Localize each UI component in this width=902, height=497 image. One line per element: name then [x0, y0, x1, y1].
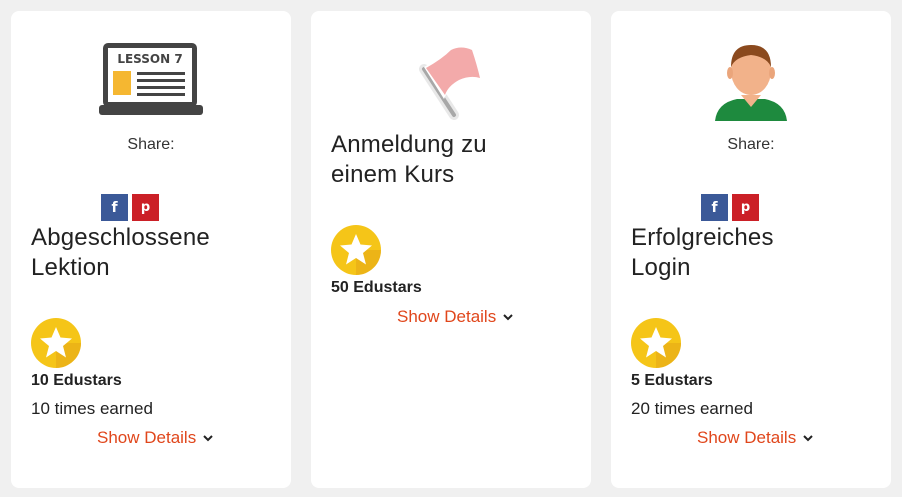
- badge-title: Abgeschlossene Lektion: [31, 223, 271, 283]
- show-details-label: Show Details: [397, 307, 497, 326]
- star-coin-icon: [631, 318, 681, 368]
- share-label: Share:: [727, 136, 775, 153]
- user-avatar-icon: [711, 39, 791, 123]
- chevron-down-icon: [803, 435, 813, 442]
- star-coin-icon: [331, 225, 381, 275]
- badge-card: Anmeldung zu einem Kurs 50 Edustars Show…: [311, 11, 591, 488]
- facebook-share-button[interactable]: f: [701, 194, 728, 221]
- show-details-label: Show Details: [697, 428, 797, 447]
- share-buttons: f p: [701, 194, 759, 221]
- flag-icon: [419, 44, 484, 120]
- pinterest-share-button[interactable]: p: [132, 194, 159, 221]
- badge-card: LESSON 7 Share: f p Abgeschlossene Lekti…: [11, 11, 291, 488]
- points-label: 50 Edustars: [331, 279, 422, 296]
- share-label: Share:: [127, 136, 175, 153]
- badge-title-line: einem Kurs: [331, 161, 455, 188]
- show-details-link[interactable]: Show Details: [97, 428, 214, 448]
- chevron-down-icon: [203, 435, 213, 442]
- badge-title-line: Lektion: [31, 254, 110, 281]
- show-details-label: Show Details: [97, 428, 197, 447]
- facebook-share-button[interactable]: f: [101, 194, 128, 221]
- share-buttons: f p: [101, 194, 159, 221]
- show-details-link[interactable]: Show Details: [397, 307, 514, 327]
- badge-card: Share: f p Erfolgreiches Login 5 Edustar…: [611, 11, 891, 488]
- badge-title-line: Erfolgreiches: [631, 224, 774, 251]
- badge-title-line: Login: [631, 254, 691, 281]
- badge-title: Anmeldung zu einem Kurs: [331, 130, 571, 190]
- badge-title-line: Anmeldung zu: [331, 131, 487, 158]
- pinterest-share-button[interactable]: p: [732, 194, 759, 221]
- points-label: 10 Edustars: [31, 372, 122, 389]
- points-label: 5 Edustars: [631, 372, 713, 389]
- lesson-laptop-icon: LESSON 7: [99, 43, 203, 115]
- svg-text:LESSON 7: LESSON 7: [117, 52, 182, 66]
- badge-title-line: Abgeschlossene: [31, 224, 210, 251]
- star-coin-icon: [31, 318, 81, 368]
- show-details-link[interactable]: Show Details: [697, 428, 814, 448]
- times-earned-label: 20 times earned: [631, 399, 753, 418]
- badge-title: Erfolgreiches Login: [631, 223, 871, 283]
- chevron-down-icon: [503, 314, 513, 321]
- times-earned-label: 10 times earned: [31, 399, 153, 418]
